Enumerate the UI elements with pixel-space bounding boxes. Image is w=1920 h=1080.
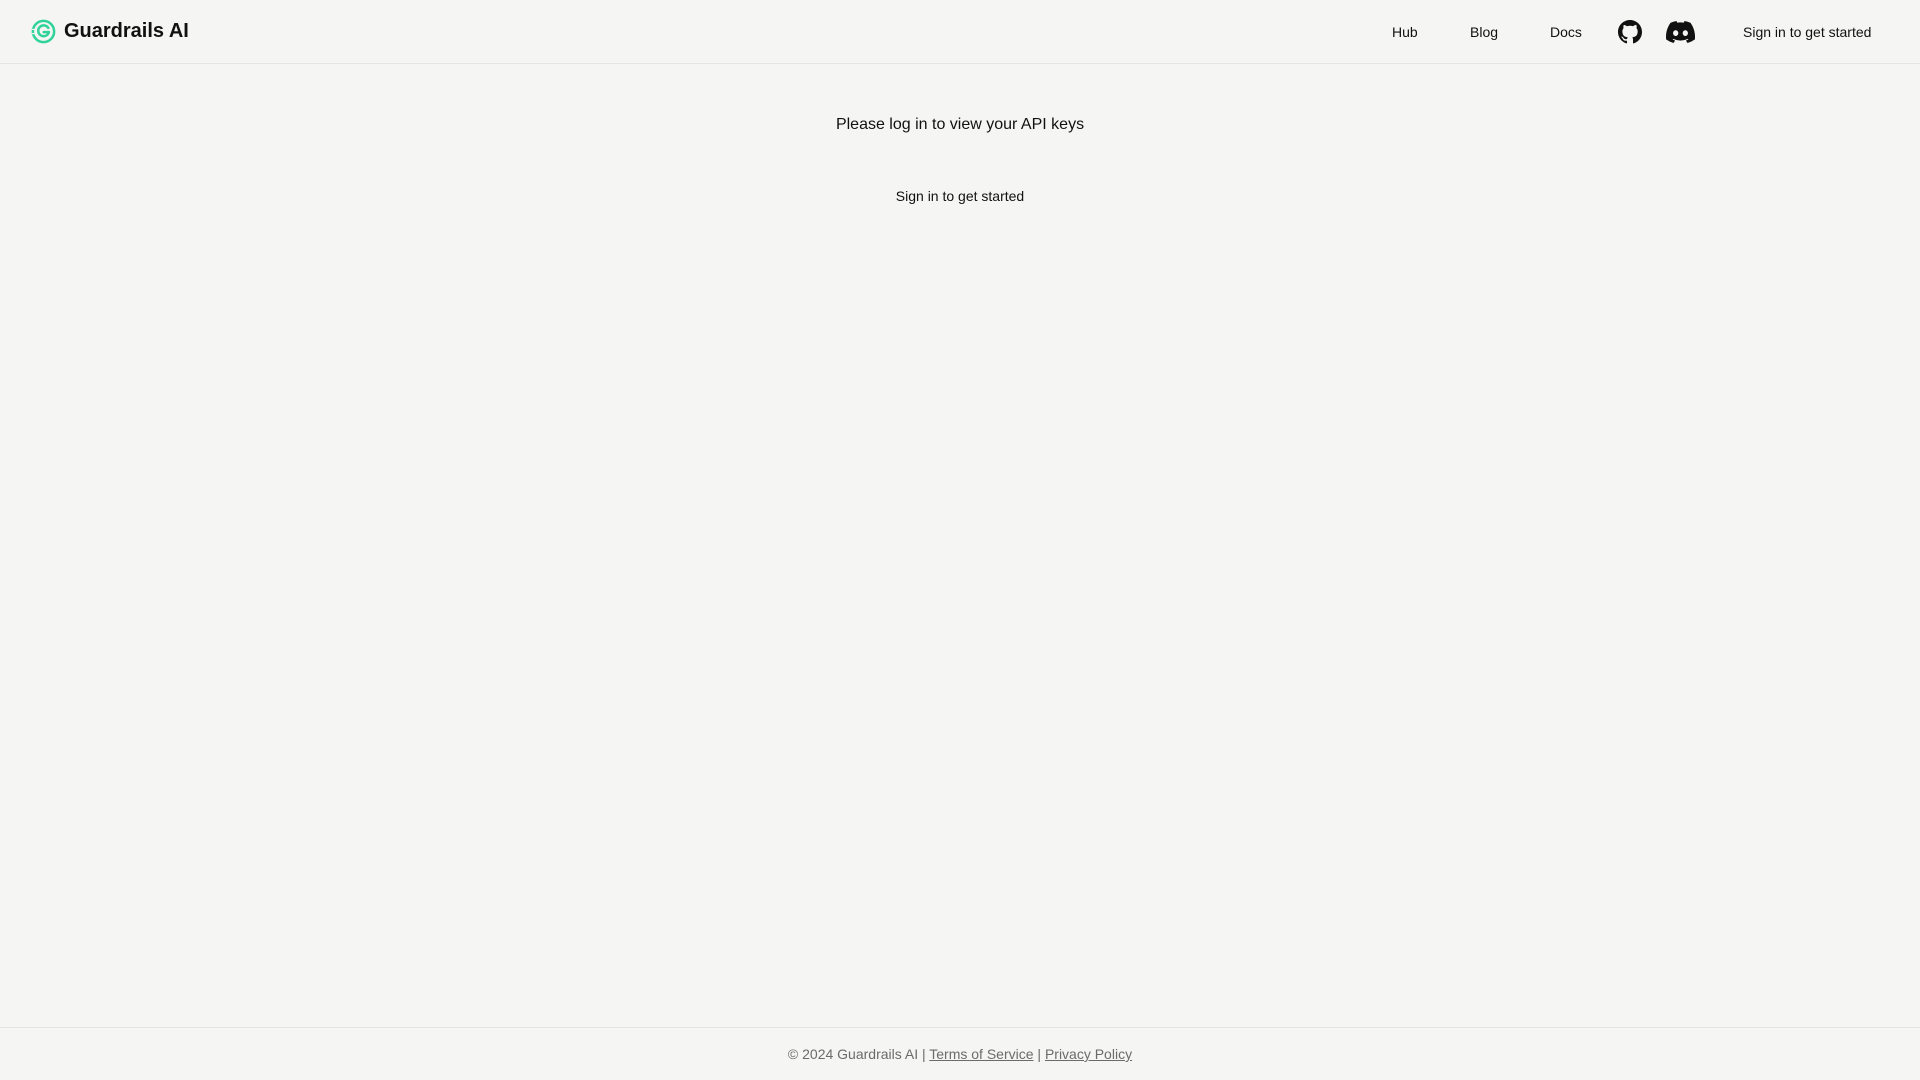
terms-of-service-link[interactable]: Terms of Service — [929, 1046, 1033, 1062]
nav-link-hub[interactable]: Hub — [1392, 23, 1418, 41]
discord-icon[interactable] — [1666, 20, 1695, 44]
brand-home-link[interactable]: Guardrails AI — [31, 19, 189, 44]
footer-separator: | — [1037, 1046, 1042, 1062]
footer-text: © 2024 Guardrails AI | Terms of Service … — [0, 1045, 1920, 1063]
sign-in-button[interactable]: Sign in to get started — [880, 187, 1040, 205]
github-icon[interactable] — [1618, 20, 1642, 44]
copyright-text: © 2024 Guardrails AI — [787, 1046, 919, 1062]
footer: © 2024 Guardrails AI | Terms of Service … — [0, 1027, 1920, 1080]
top-nav-bar: Guardrails AI Hub Blog Docs Sign in to g… — [0, 0, 1920, 64]
login-prompt-message: Please log in to view your API keys — [835, 116, 1085, 133]
header-sign-in-button[interactable]: Sign in to get started — [1743, 23, 1871, 41]
privacy-policy-link[interactable]: Privacy Policy — [1045, 1046, 1132, 1062]
nav-link-docs[interactable]: Docs — [1550, 23, 1582, 41]
guardrails-logo-icon — [31, 19, 56, 44]
footer-separator: | — [921, 1046, 926, 1062]
nav-link-blog[interactable]: Blog — [1470, 23, 1498, 41]
brand-name: Guardrails AI — [64, 20, 189, 42]
